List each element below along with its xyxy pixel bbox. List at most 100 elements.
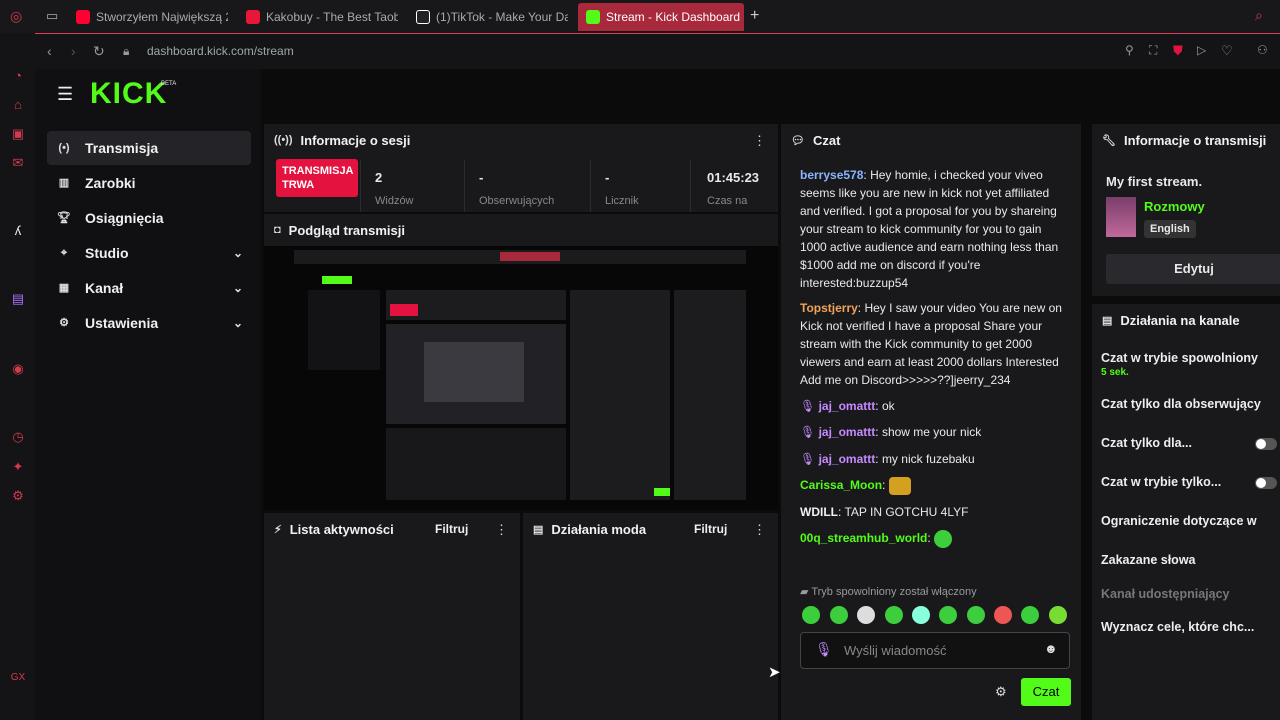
channel-action-followers-only[interactable]: Czat tylko dla obserwujący [1101, 397, 1261, 411]
slow-mode-notice: ▰ Tryb spowolniony został włączony [800, 585, 977, 598]
messenger-icon[interactable]: ✉ [10, 155, 26, 171]
camera-icon: ◘ [274, 224, 281, 236]
sidebar-item-label: Transmisja [85, 140, 159, 156]
emote-button[interactable] [857, 606, 875, 624]
chevron-down-icon: ⌄ [232, 246, 243, 260]
chat-username[interactable]: 00q_streamhub_world [800, 531, 927, 545]
snapshot-icon[interactable]: ⛶ [1149, 43, 1157, 58]
subscribers-only-toggle[interactable] [1255, 438, 1277, 450]
forward-icon[interactable]: › [71, 43, 76, 59]
chat-settings-icon[interactable]: ⚙ [995, 684, 1007, 700]
game-icon[interactable]: ▣ [10, 126, 26, 142]
sidebar-item-osiagniecia[interactable]: 🏆︎ Osiągnięcia [47, 201, 251, 235]
stat-viewers: 2 Widzów [360, 160, 464, 212]
sidebar-item-ustawienia[interactable]: ⚙ Ustawienia ⌄ [47, 306, 251, 340]
channel-action-slow-mode[interactable]: Czat w trybie spowolniony [1101, 351, 1258, 365]
pin-icon[interactable]: ⚲ [1125, 43, 1134, 57]
chart-icon: ▥ [58, 177, 70, 189]
heart-icon[interactable]: ♡ [1221, 43, 1233, 59]
new-tab-button[interactable]: + [750, 7, 759, 25]
emote-button[interactable] [885, 606, 903, 624]
chat-username[interactable]: berryse578 [800, 168, 863, 182]
sidebar-item-label: Zarobki [85, 175, 136, 191]
emote-button[interactable] [967, 606, 985, 624]
tab-title: (1)TikTok - Make Your Da [436, 10, 568, 24]
tab-youtube[interactable]: Stworzyłem Największą 2 [68, 3, 228, 31]
channel-action-banned-words[interactable]: Zakazane słowa [1101, 553, 1196, 567]
channel-action-host: Kanał udostępniający [1101, 587, 1230, 601]
search-icon[interactable]: ⌕ [1255, 7, 1263, 24]
chat-username[interactable]: jaj_omattt [819, 452, 876, 466]
sidebar-item-zarobki[interactable]: ▥ Zarobki [47, 166, 251, 200]
kick-dashboard: ☰ KICK BETA (•) Transmisja ▥ Zarobki 🏆︎ Osi… [35, 69, 1280, 720]
more-options-icon[interactable]: ⋮ [495, 522, 508, 538]
kick-logo[interactable]: KICK [90, 77, 167, 111]
tab-overview-icon[interactable]: ▭ [46, 8, 58, 24]
history-icon[interactable]: ◷ [10, 429, 26, 445]
emote-button[interactable] [1049, 606, 1067, 624]
twitch-icon[interactable]: ▤ [10, 291, 26, 307]
more-options-icon[interactable]: ⋮ [753, 522, 766, 538]
gx-icon[interactable]: GX [10, 670, 26, 686]
mic-badge-icon: 🎙︎ [800, 425, 819, 439]
chat-username[interactable]: jaj_omattt [819, 399, 876, 413]
sidebar: ☰ KICK BETA (•) Transmisja ▥ Zarobki 🏆︎ Osi… [35, 69, 261, 720]
channel-action-emote-only[interactable]: Czat w trybie tylko... [1101, 475, 1221, 489]
stat-value: - [605, 170, 610, 185]
sidebar-item-kanal[interactable]: ▦ Kanał ⌄ [47, 271, 251, 305]
mod-actions-filter-button[interactable]: Filtruj [694, 522, 727, 536]
chat-username[interactable]: Topstjerry [800, 301, 858, 315]
stream-info-header: 🔧︎ Informacje o transmisji [1092, 124, 1280, 156]
emote-only-toggle[interactable] [1255, 477, 1277, 489]
chat-username[interactable]: WDILL [800, 505, 838, 519]
sidebar-item-transmisja[interactable]: (•) Transmisja [47, 131, 251, 165]
browser-menu-icon[interactable]: ◎ [10, 8, 22, 25]
player-icon[interactable]: ◉ [10, 361, 26, 377]
stat-counter: - Licznik [590, 160, 690, 212]
emote-icon [888, 476, 911, 495]
bag-icon[interactable]: ⌂ [10, 97, 26, 113]
slow-mode-value: 5 sek. [1101, 367, 1129, 378]
edit-stream-button[interactable]: Edytuj [1106, 254, 1280, 284]
chat-username[interactable]: jaj_omattt [819, 425, 876, 439]
emote-button[interactable] [939, 606, 957, 624]
preview-chat-button [654, 488, 670, 496]
url-field[interactable]: dashboard.kick.com/stream [147, 44, 294, 58]
activity-filter-button[interactable]: Filtruj [435, 522, 468, 536]
send-icon[interactable]: ▷ [1197, 43, 1206, 57]
stat-label: Licznik [605, 195, 639, 207]
chat-send-button[interactable]: Czat [1021, 678, 1071, 706]
channel-action-subscribers-only[interactable]: Czat tylko dla... [1101, 436, 1192, 450]
back-icon[interactable]: ‹ [47, 43, 52, 59]
emote-button[interactable] [994, 606, 1012, 624]
shield-icon[interactable]: ⛊ [1173, 43, 1183, 59]
panel-title: Informacje o transmisji [1123, 132, 1267, 148]
live-icon: (•) [58, 142, 70, 154]
sidebar-item-studio[interactable]: ⌖ Studio ⌄ [47, 236, 251, 270]
stream-preview-header: ◘ Podgląd transmisji [264, 214, 778, 246]
emoji-picker-icon[interactable]: ☻ [1044, 641, 1058, 656]
tab-tiktok[interactable]: (1)TikTok - Make Your Da [408, 3, 568, 31]
emote-button[interactable] [830, 606, 848, 624]
reload-icon[interactable]: ↻ [93, 43, 105, 60]
category-name[interactable]: Rozmowy [1144, 199, 1205, 214]
preview-right-panel [674, 290, 746, 500]
tab-kick-dashboard[interactable]: Stream - Kick Dashboard [578, 3, 744, 31]
preview-chat-panel [570, 290, 670, 500]
emote-button[interactable] [802, 606, 820, 624]
extensions-icon[interactable]: ✦ [10, 459, 26, 475]
emote-button[interactable] [1021, 606, 1039, 624]
slow-mode-icon: ▰ [800, 586, 812, 598]
more-options-icon[interactable]: ⋮ [753, 133, 766, 149]
stream-preview-video[interactable] [264, 246, 778, 510]
settings-icon[interactable]: ⚙ [10, 488, 26, 504]
chat-username[interactable]: Carissa_Moon [800, 478, 882, 492]
channel-action-goals[interactable]: Wyznacz cele, które chc... [1101, 620, 1254, 634]
tab-kakobuy[interactable]: Kakobuy - The Best Taob [238, 3, 398, 31]
channel-action-account-age[interactable]: Ograniczenie dotyczące w [1101, 514, 1257, 528]
profile-icon[interactable]: ⚇ [1257, 43, 1268, 57]
emote-button[interactable] [912, 606, 930, 624]
speed-dial-icon[interactable]: ◔ [10, 68, 26, 84]
hamburger-menu-icon[interactable]: ☰ [57, 84, 73, 105]
ai-icon[interactable]: ʎ [10, 223, 26, 239]
